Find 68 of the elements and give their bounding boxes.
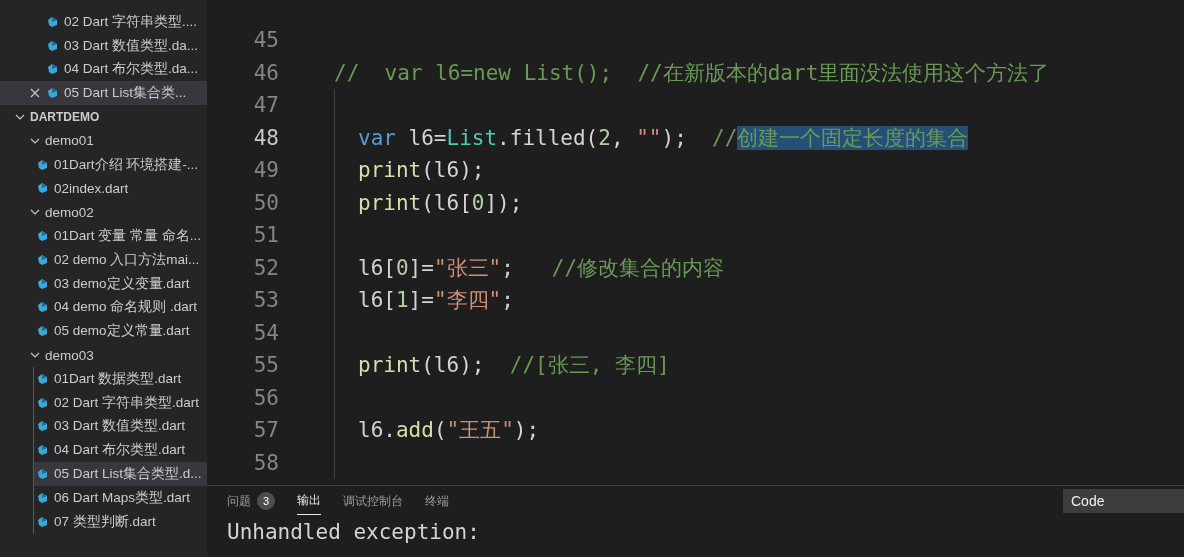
dart-file-icon xyxy=(46,15,58,28)
dart-file-icon xyxy=(36,515,48,528)
line-number: 52 xyxy=(252,255,279,280)
panel-tab[interactable]: 输出 xyxy=(297,487,321,515)
output-text: Unhandled exception: xyxy=(226,520,481,544)
line-number: 46 xyxy=(252,60,279,85)
code-line: print(l6); xyxy=(358,158,485,183)
file-item[interactable]: 01Dart 数据类型.dart xyxy=(34,366,207,391)
file-item[interactable]: 03 demo定义变量.dart xyxy=(33,271,207,296)
line-number: 48 xyxy=(252,125,279,150)
line-number: 51 xyxy=(252,223,279,248)
file-item[interactable]: 07 类型判断.dart xyxy=(34,509,207,534)
open-editor-item[interactable]: 02 Dart 字符串类型.... xyxy=(0,10,207,34)
dart-file-icon xyxy=(36,372,48,385)
line-number: 50 xyxy=(252,190,279,215)
output-channel-dropdown[interactable]: Code xyxy=(1063,489,1184,513)
workspace-header[interactable]: DARTDEMO xyxy=(0,105,207,129)
file-item[interactable]: 04 Dart 布尔类型.dart xyxy=(34,438,207,463)
dart-file-icon xyxy=(36,277,48,290)
open-editor-item[interactable]: 03 Dart 数值类型.da... xyxy=(0,33,207,58)
file-item[interactable]: 01Dart介绍 环境搭建-... xyxy=(33,152,207,177)
dart-file-icon xyxy=(36,253,48,266)
line-number: 53 xyxy=(252,288,279,313)
folder-item[interactable]: demo01 xyxy=(0,129,207,153)
panel-tab[interactable]: 问题 3 xyxy=(227,487,275,515)
folder-item[interactable]: demo02 xyxy=(0,200,207,225)
dart-file-icon xyxy=(46,39,58,52)
line-number: 57 xyxy=(252,418,279,443)
code-line: l6.add("王五"); xyxy=(358,417,540,445)
dart-file-icon xyxy=(36,420,48,433)
file-item[interactable]: 01Dart 变量 常量 命名... xyxy=(33,224,207,248)
open-editor-item[interactable]: 04 Dart 布尔类型.da... xyxy=(0,57,207,82)
panel-tab[interactable]: 调试控制台 xyxy=(343,487,403,515)
dart-file-icon xyxy=(36,396,48,409)
folder-item[interactable]: demo03 xyxy=(0,343,207,367)
code-line: l6[1]="李四"; xyxy=(358,287,514,315)
file-item[interactable]: 04 demo 命名规则 .dart xyxy=(33,295,207,320)
dart-file-icon xyxy=(36,468,48,481)
file-item[interactable]: 02 Dart 字符串类型.dart xyxy=(34,390,207,415)
dart-file-icon xyxy=(36,325,48,338)
file-item[interactable]: 05 Dart List集合类型.d... xyxy=(34,462,207,486)
line-number: 54 xyxy=(252,320,279,345)
dart-file-icon xyxy=(36,491,48,504)
dart-file-icon xyxy=(46,63,58,76)
close-icon[interactable] xyxy=(30,88,40,99)
line-number: 47 xyxy=(252,93,279,118)
panel-tab[interactable]: 终端 xyxy=(425,487,449,515)
dart-file-icon xyxy=(36,158,48,171)
code-line: print(l6); //[张三, 李四] xyxy=(358,352,670,380)
file-item[interactable]: 05 demo定义常量.dart xyxy=(33,319,207,344)
file-item[interactable]: 02 demo 入口方法mai... xyxy=(33,247,207,272)
dart-file-icon xyxy=(36,230,48,243)
code-line: // var l6=new List(); //在新版本的dart里面没法使用这个方法了 xyxy=(334,59,1050,87)
line-number: 56 xyxy=(252,385,279,410)
line-number: 58 xyxy=(252,450,279,475)
open-editor-item[interactable]: 05 Dart List集合类... xyxy=(0,81,207,106)
file-item[interactable]: 03 Dart 数值类型.dart xyxy=(34,414,207,439)
file-item[interactable]: 06 Dart Maps类型.dart xyxy=(34,485,207,510)
line-number: 55 xyxy=(252,353,279,378)
dart-file-icon xyxy=(46,87,58,100)
file-item[interactable]: 02index.dart xyxy=(33,176,207,201)
line-number: 49 xyxy=(252,158,279,183)
code-line: l6[0]="张三"; //修改集合的内容 xyxy=(358,254,725,282)
dart-file-icon xyxy=(36,182,48,195)
dart-file-icon xyxy=(36,444,48,457)
line-number: 45 xyxy=(252,28,279,53)
code-line: print(l6[0]); xyxy=(358,190,523,215)
dart-file-icon xyxy=(36,301,48,314)
